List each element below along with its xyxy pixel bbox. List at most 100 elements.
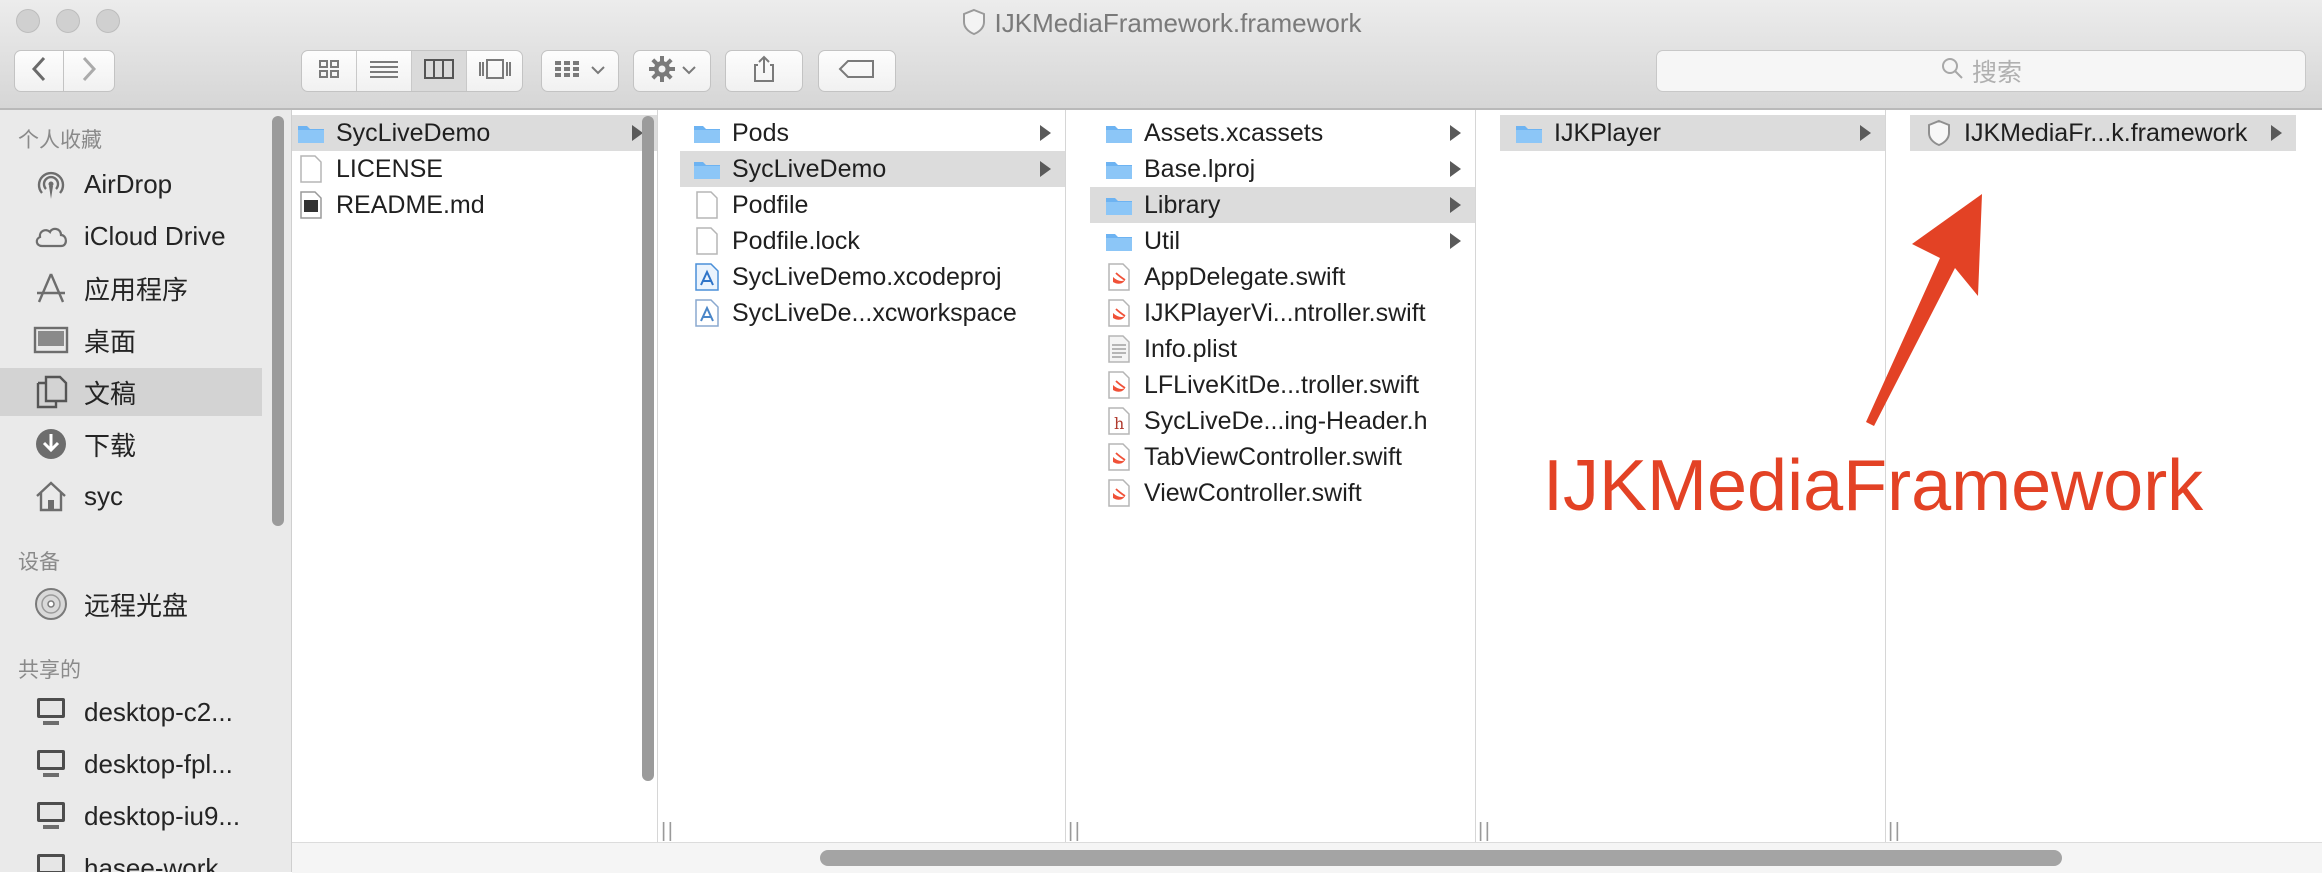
cover-flow-button[interactable] (467, 51, 522, 91)
list-item[interactable]: README.md (292, 187, 657, 223)
column-resize-handle[interactable]: | | (1888, 820, 1900, 843)
annotation-label: IJKMediaFramework (1543, 446, 2204, 526)
folder-icon (1104, 226, 1134, 256)
icon-view-button[interactable] (302, 51, 357, 91)
sidebar-item-remote-disc[interactable]: 远程光盘 (0, 580, 262, 628)
column-view-button[interactable] (412, 51, 467, 91)
column-1: SycLiveDemo LICENSE README.md (292, 110, 658, 842)
list-item[interactable]: LICENSE (292, 151, 657, 187)
cloud-icon (32, 217, 70, 255)
sidebar-item-documents[interactable]: 文稿 (0, 368, 262, 416)
list-item[interactable]: Base.lproj (1090, 151, 1475, 187)
list-item[interactable]: Library (1090, 187, 1475, 223)
swift-file-icon (1104, 298, 1134, 328)
column-scrollbar[interactable] (642, 116, 654, 781)
disclosure-arrow-icon (1450, 233, 1461, 249)
disclosure-arrow-icon (1040, 161, 1051, 177)
cover-flow-icon (478, 58, 512, 84)
sidebar-item-applications[interactable]: 应用程序 (0, 264, 262, 312)
list-item[interactable]: Info.plist (1090, 331, 1475, 367)
list-item[interactable]: h SycLiveDe...ing-Header.h (1090, 403, 1475, 439)
window-title-text: IJKMediaFramework.framework (994, 8, 1362, 38)
header-file-icon: h (1104, 406, 1134, 436)
list-item[interactable]: SycLiveDemo (292, 115, 657, 151)
chevron-down-icon (682, 62, 696, 80)
sidebar-item-label: 文稿 (84, 378, 137, 409)
tag-icon (838, 59, 876, 84)
sidebar-item-label: 应用程序 (84, 274, 189, 305)
back-button[interactable] (14, 50, 64, 92)
list-item[interactable]: ViewController.swift (1090, 475, 1475, 511)
annotation-arrow-icon (1866, 194, 1982, 426)
sidebar-item-home[interactable]: syc (0, 472, 262, 520)
list-item[interactable]: SycLiveDemo (680, 151, 1065, 187)
sidebar-item-label: desktop-iu9... (84, 800, 241, 831)
sidebar: 个人收藏 AirDrop iCloud Drive 应用程序 桌面 文稿 下载 … (0, 110, 292, 872)
list-view-icon (370, 59, 398, 84)
sidebar-item-icloud-drive[interactable]: iCloud Drive (0, 212, 262, 260)
list-item[interactable]: TabViewController.swift (1090, 439, 1475, 475)
list-view-button[interactable] (357, 51, 412, 91)
swift-file-icon (1104, 370, 1134, 400)
list-item[interactable]: Assets.xcassets (1090, 115, 1475, 151)
list-item[interactable]: IJKMediaFr...k.framework (1910, 115, 2296, 151)
column-resize-handle[interactable]: | | (661, 820, 673, 843)
sidebar-item-label: 下载 (84, 430, 137, 461)
group-grid-icon (555, 60, 585, 83)
list-item[interactable]: Podfile.lock (680, 223, 1065, 259)
airdrop-icon (32, 165, 70, 203)
group-button[interactable] (541, 50, 619, 92)
list-item[interactable]: SycLiveDemo.xcodeproj (680, 259, 1065, 295)
sidebar-item-shared-computer[interactable]: desktop-fpl... (0, 740, 262, 788)
folder-icon (1104, 190, 1134, 220)
framework-shield-icon (1924, 118, 1954, 148)
disclosure-arrow-icon (2271, 125, 2282, 141)
sidebar-item-label: 桌面 (84, 326, 137, 357)
list-item[interactable]: SycLiveDe...xcworkspace (680, 295, 1065, 331)
document-icon (296, 154, 326, 184)
horizontal-scrollbar[interactable] (820, 850, 2062, 866)
disclosure-arrow-icon (1040, 125, 1051, 141)
list-item[interactable]: AppDelegate.swift (1090, 259, 1475, 295)
sidebar-item-desktop[interactable]: 桌面 (0, 316, 262, 364)
list-item[interactable]: IJKPlayerVi...ntroller.swift (1090, 295, 1475, 331)
share-button[interactable] (725, 50, 803, 92)
xcworkspace-icon (692, 298, 722, 328)
sidebar-item-label: iCloud Drive (84, 220, 226, 251)
framework-shield-icon (961, 8, 987, 44)
svg-text:h: h (1114, 414, 1124, 433)
sidebar-item-shared-computer[interactable]: desktop-iu9... (0, 792, 262, 840)
computer-icon (32, 849, 70, 872)
list-item[interactable]: Podfile (680, 187, 1065, 223)
folder-icon (1104, 118, 1134, 148)
sidebar-item-airdrop[interactable]: AirDrop (0, 160, 262, 208)
search-field[interactable]: 搜索 (1656, 50, 2306, 92)
sidebar-item-shared-computer[interactable]: desktop-c2... (0, 688, 262, 736)
column-resize-handle[interactable]: | | (1068, 820, 1080, 843)
list-item[interactable]: IJKPlayer (1500, 115, 1885, 151)
folder-icon (692, 118, 722, 148)
sidebar-item-shared-computer[interactable]: hasee-work... (0, 844, 262, 872)
disc-icon (32, 585, 70, 623)
sidebar-item-downloads[interactable]: 下载 (0, 420, 262, 468)
sidebar-item-label: syc (84, 480, 123, 511)
list-item[interactable]: Util (1090, 223, 1475, 259)
column-resize-handle[interactable]: | | (1478, 820, 1490, 843)
swift-file-icon (1104, 442, 1134, 472)
computer-icon (32, 797, 70, 835)
column-view-icon (424, 58, 454, 84)
computer-icon (32, 745, 70, 783)
list-item[interactable]: LFLiveKitDe...troller.swift (1090, 367, 1475, 403)
list-item[interactable]: Pods (680, 115, 1065, 151)
computer-icon (32, 693, 70, 731)
window-title: IJKMediaFramework.framework (0, 6, 2322, 44)
view-mode-control (301, 50, 523, 92)
sidebar-scrollbar[interactable] (272, 116, 284, 526)
tag-button[interactable] (818, 50, 896, 92)
action-button[interactable] (633, 50, 711, 92)
folder-icon (1514, 118, 1544, 148)
column-2: Pods SycLiveDemo Podfile Podfile.lock Sy… (680, 110, 1066, 842)
sidebar-item-label: hasee-work... (84, 852, 241, 873)
toolbar: IJKMediaFramework.framework 搜索 (0, 0, 2322, 110)
forward-button[interactable] (63, 50, 115, 92)
